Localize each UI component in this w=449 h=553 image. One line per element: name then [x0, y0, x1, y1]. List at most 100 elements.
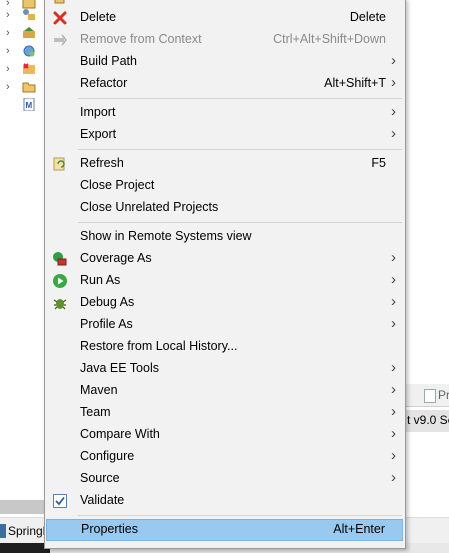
menu-item-delete[interactable]: Delete Delete [45, 7, 405, 29]
tree-row[interactable]: › [0, 42, 44, 60]
chevron-right-icon: › [391, 469, 396, 486]
chevron-right-icon: › [391, 125, 396, 142]
menu-item-coverage-as[interactable]: Coverage As › [45, 248, 405, 270]
java-library-icon [23, 27, 35, 38]
maven-file-icon: M [23, 98, 35, 111]
svg-text:M: M [26, 101, 33, 110]
properties-view-row-text: t v9.0 Se [407, 413, 449, 427]
project-explorer-tree: › › › › › › M [0, 0, 44, 120]
library-icon [23, 9, 35, 20]
tree-row[interactable]: › [0, 60, 44, 78]
menu-item-label: Close Project [80, 178, 155, 192]
chevron-right-icon: › [391, 447, 396, 464]
tree-row[interactable]: › [0, 78, 44, 96]
menu-item-label: Restore from Local History... [80, 339, 238, 353]
chevron-right-icon[interactable]: › [6, 26, 10, 40]
menu-item-label: Refactor [80, 76, 128, 90]
menu-item-label: Close Unrelated Projects [80, 200, 219, 214]
menu-item-debug-as[interactable]: Debug As › [45, 292, 405, 314]
menu-item-profile-as[interactable]: Profile As › [45, 314, 405, 336]
chevron-right-icon: › [391, 249, 396, 266]
menu-item-close-unrelated-projects[interactable]: Close Unrelated Projects [45, 197, 405, 219]
menu-item-configure[interactable]: Configure › [45, 446, 405, 468]
menu-item-refactor[interactable]: Refactor Alt+Shift+T › [45, 73, 405, 95]
menu-item-label: Import [80, 105, 116, 119]
menu-item-label: Configure [80, 449, 135, 463]
tree-row[interactable]: › [0, 24, 44, 42]
refresh-icon [53, 157, 65, 171]
menu-item-close-project[interactable]: Close Project [45, 175, 405, 197]
menu-item-label: Maven [80, 383, 118, 397]
menu-item-refresh[interactable]: Refresh F5 [45, 153, 405, 175]
coverage-icon [53, 252, 67, 266]
remove-context-icon [54, 34, 67, 46]
menu-separator [78, 222, 402, 223]
chevron-right-icon: › [391, 52, 396, 69]
horizontal-scrollbar[interactable] [0, 500, 44, 514]
chevron-right-icon: › [391, 271, 396, 288]
menu-item-label: Run As [80, 273, 121, 287]
menu-item-label: Remove from Context [80, 32, 202, 46]
menu-item-team[interactable]: Team › [45, 402, 405, 424]
status-icon [0, 524, 6, 538]
menu-item-label: Export [80, 127, 117, 141]
menu-item-shortcut: Alt+Enter [333, 522, 385, 536]
menu-item-run-as[interactable]: Run As › [45, 270, 405, 292]
chevron-right-icon: › [391, 315, 396, 332]
tree-row[interactable]: › [0, 6, 44, 24]
menu-item-label: Java EE Tools [80, 361, 159, 375]
menu-item-java-ee-tools[interactable]: Java EE Tools › [45, 358, 405, 380]
run-icon [53, 274, 67, 288]
menu-separator [78, 149, 402, 150]
menu-item-shortcut: Delete [349, 10, 386, 24]
menu-item-label: Profile As [80, 317, 133, 331]
properties-icon [424, 389, 436, 403]
menu-item-show-remote-systems[interactable]: Show in Remote Systems view [45, 226, 405, 248]
chevron-right-icon: › [391, 293, 396, 310]
context-menu: Delete Delete Remove from Context Ctrl+A… [44, 0, 406, 549]
chevron-right-icon: › [391, 403, 396, 420]
menu-item-source[interactable]: Source › [45, 468, 405, 490]
chevron-right-icon: › [391, 381, 396, 398]
chevron-right-icon[interactable]: › [6, 8, 10, 22]
properties-view-tab-label: Prop [438, 388, 449, 402]
menu-item-compare-with[interactable]: Compare With › [45, 424, 405, 446]
properties-view-tab[interactable]: Prop [404, 384, 449, 407]
menu-item-properties[interactable]: Properties Alt+Enter [46, 519, 403, 541]
checkbox-checked-icon [53, 494, 67, 508]
menu-item-export[interactable]: Export › [45, 124, 405, 146]
chevron-right-icon[interactable]: › [6, 80, 10, 94]
menu-item-label: Build Path [80, 54, 137, 68]
menu-item-shortcut: Ctrl+Alt+Shift+Down [273, 32, 386, 46]
chevron-right-icon[interactable]: › [6, 62, 10, 76]
menu-item-shortcut: F5 [371, 156, 386, 170]
properties-view-row[interactable]: t v9.0 Se [404, 410, 449, 432]
menu-item-label: Refresh [80, 156, 124, 170]
chevron-right-icon: › [391, 74, 396, 91]
menu-item-maven[interactable]: Maven › [45, 380, 405, 402]
menu-item-import[interactable]: Import › [45, 102, 405, 124]
menu-item-shortcut: Alt+Shift+T [324, 76, 386, 90]
menu-separator [78, 98, 402, 99]
menu-separator [78, 515, 402, 516]
error-folder-icon [23, 63, 35, 74]
chevron-right-icon: › [391, 359, 396, 376]
chevron-right-icon[interactable]: › [6, 44, 10, 58]
bug-icon [53, 299, 67, 310]
menu-item-validate[interactable]: Validate [45, 490, 405, 512]
menu-item-label: Coverage As [80, 251, 152, 265]
menu-item-restore-local-history[interactable]: Restore from Local History... [45, 336, 405, 358]
menu-item-label: Properties [81, 522, 138, 536]
delete-icon [53, 11, 67, 25]
menu-item-label: Delete [80, 10, 117, 24]
menu-item-label: Validate [80, 493, 125, 507]
status-bar-text: Springl [8, 524, 46, 538]
tree-row[interactable]: M [0, 96, 44, 114]
menu-item-build-path[interactable]: Build Path › [45, 51, 405, 73]
menu-item-label: Show in Remote Systems view [80, 229, 252, 243]
chevron-right-icon: › [391, 103, 396, 120]
menu-item-label: Debug As [80, 295, 135, 309]
menu-item-remove-from-context[interactable]: Remove from Context Ctrl+Alt+Shift+Down [45, 29, 405, 51]
menu-item-label: Compare With [80, 427, 160, 441]
chevron-right-icon: › [391, 425, 396, 442]
